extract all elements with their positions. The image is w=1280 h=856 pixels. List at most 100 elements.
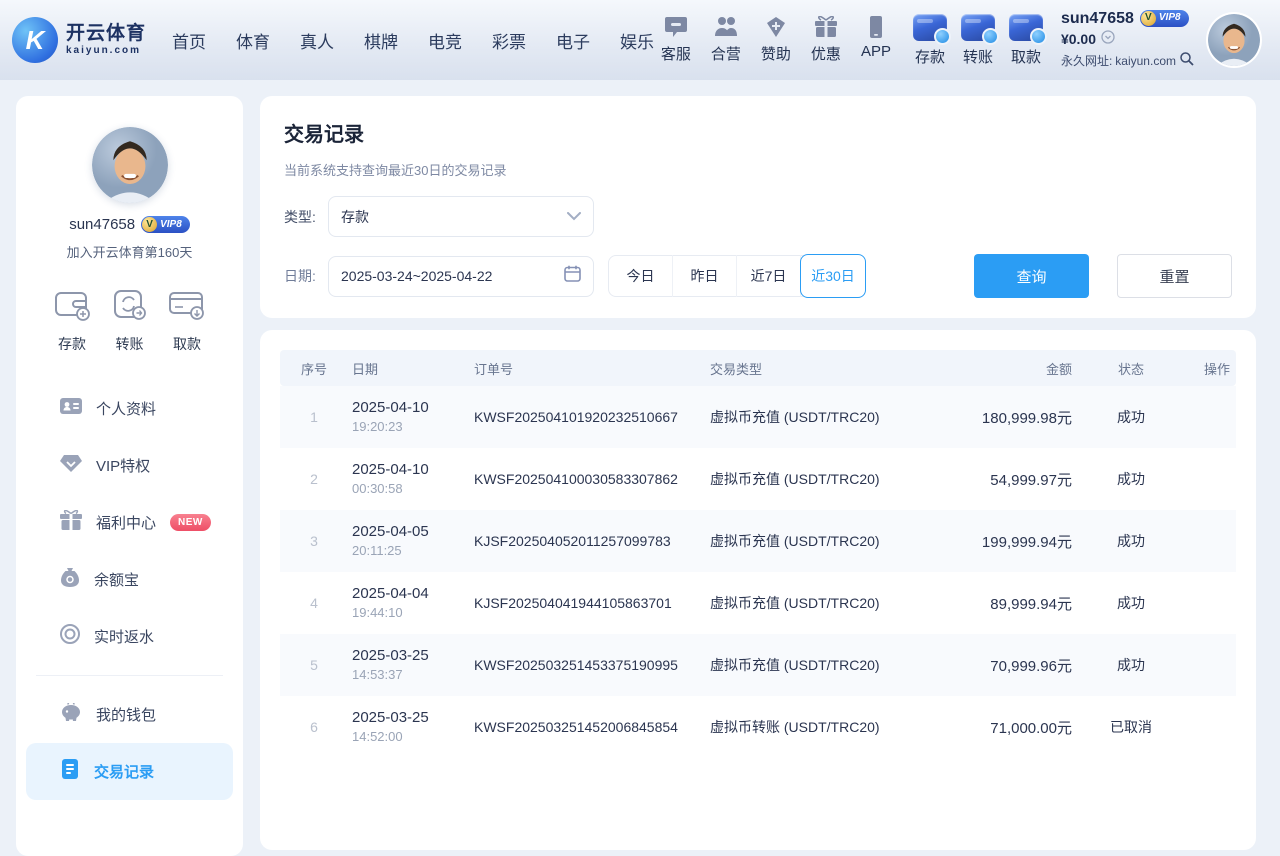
deposit-button[interactable]: 存款: [913, 14, 947, 67]
sidebar-item-transaction-records[interactable]: 交易记录: [26, 743, 233, 800]
new-badge: NEW: [170, 514, 211, 531]
row-datetime: 2025-04-10 00:30:58: [348, 460, 470, 498]
row-order-number: KWSF202503251452006845854: [470, 719, 706, 735]
sidebar-item-label: 余额宝: [94, 569, 139, 590]
type-select-value: 存款: [341, 207, 567, 227]
transactions-table-panel: 序号 日期 订单号 交易类型 金额 状态 操作 1 2025-04-1019:2…: [260, 330, 1256, 850]
promotions-button[interactable]: 优惠: [811, 16, 841, 64]
row-datetime: 2025-04-0520:11:25: [348, 522, 470, 560]
partners-button[interactable]: 合营: [711, 16, 741, 64]
range-30days-button[interactable]: 近30日: [800, 254, 866, 298]
nav-item-home[interactable]: 首页: [172, 28, 206, 53]
reset-button[interactable]: 重置: [1117, 254, 1232, 298]
balance-amount: ¥0.00: [1061, 31, 1096, 49]
row-seq: 6: [280, 719, 348, 735]
search-icon[interactable]: [1179, 51, 1194, 72]
user-avatar[interactable]: [1208, 14, 1260, 66]
row-order-number: KWSF202504100030583307862: [470, 471, 706, 487]
sidebar-deposit-button[interactable]: 存款: [52, 287, 92, 354]
logo-monogram-icon: K: [12, 17, 58, 63]
nav-item-lottery[interactable]: 彩票: [492, 28, 526, 53]
withdraw-button[interactable]: 取款: [1009, 14, 1043, 67]
table-row: 2 2025-04-10 00:30:58 KWSF202504100030583…: [280, 448, 1236, 510]
quick-range-group: 今日 昨日 近7日 近30日: [608, 255, 866, 297]
sidebar-transfer-button[interactable]: 转账: [110, 287, 150, 354]
main-nav-menu: 首页 体育 真人 棋牌 电竞 彩票 电子 娱乐: [172, 28, 654, 53]
phone-icon: [864, 16, 888, 38]
type-select[interactable]: 存款: [328, 196, 594, 237]
sidebar-withdraw-button[interactable]: 取款: [167, 287, 207, 354]
row-date: 2025-03-25: [352, 647, 429, 664]
row-transaction-type: 虚拟币转账 (USDT/TRC20): [706, 717, 936, 737]
customer-service-button[interactable]: 客服: [661, 16, 691, 64]
row-seq: 4: [280, 595, 348, 611]
date-range-value: 2025-03-24~2025-04-22: [341, 268, 564, 284]
row-time: 20:11:25: [352, 543, 402, 558]
shortcut-label: 取款: [1011, 46, 1041, 67]
wallet-icon: [52, 287, 92, 328]
row-time: 00:30:58: [352, 481, 403, 496]
table-row: 5 2025-03-2514:53:37 KWSF202503251453375…: [280, 634, 1236, 696]
vip-shield-icon: V: [142, 217, 157, 232]
chat-icon: [664, 16, 688, 38]
sidebar-item-label: 我的钱包: [96, 704, 156, 725]
row-date: 2025-04-10: [352, 461, 429, 478]
range-today-button[interactable]: 今日: [609, 255, 673, 297]
row-seq: 2: [280, 471, 348, 487]
transfer-button[interactable]: 转账: [961, 14, 995, 67]
query-button[interactable]: 查询: [974, 254, 1089, 298]
sponsor-button[interactable]: 赞助: [761, 16, 791, 64]
row-status: 成功: [1076, 655, 1186, 675]
row-order-number: KJSF202504052011257099783: [470, 533, 706, 549]
sidebar-item-rebate[interactable]: 实时返水: [16, 608, 243, 665]
shortcut-label: 赞助: [761, 43, 791, 64]
table-row: 4 2025-04-0419:44:10 KJSF202504041944105…: [280, 572, 1236, 634]
row-seq: 3: [280, 533, 348, 549]
nav-item-chess[interactable]: 棋牌: [364, 28, 398, 53]
sidebar-item-vip[interactable]: VIP特权: [16, 437, 243, 494]
app-download-button[interactable]: APP: [861, 16, 891, 64]
shortcut-label: 优惠: [811, 43, 841, 64]
calendar-icon: [564, 265, 581, 287]
nav-item-sports[interactable]: 体育: [236, 28, 270, 53]
row-status: 成功: [1076, 593, 1186, 613]
row-time: 14:52:00: [352, 729, 403, 744]
partners-icon: [714, 16, 738, 38]
balance-expand-icon[interactable]: [1101, 30, 1115, 50]
nav-item-esports[interactable]: 电竞: [428, 28, 462, 53]
column-header-action: 操作: [1186, 359, 1236, 378]
join-days-text: 加入开云体育第160天: [16, 242, 243, 261]
logo-brand-text: 开云体育: [66, 24, 146, 45]
money-bag-icon: [60, 567, 80, 592]
username-text: sun47658: [1061, 9, 1134, 29]
shortcut-label: APP: [861, 43, 891, 60]
column-header-seq: 序号: [280, 359, 348, 378]
column-header-amount: 金额: [936, 359, 1076, 378]
row-transaction-type: 虚拟币充值 (USDT/TRC20): [706, 531, 936, 551]
user-info-block: sun47658 V VIP8 ¥0.00 永久网址: kaiyun.com: [1061, 9, 1194, 72]
row-amount: 180,999.98元: [936, 407, 1076, 428]
row-status: 成功: [1076, 407, 1186, 427]
vip-badge: V VIP8: [1140, 10, 1189, 27]
row-amount: 71,000.00元: [936, 717, 1076, 738]
row-seq: 5: [280, 657, 348, 673]
range-yesterday-button[interactable]: 昨日: [673, 255, 737, 297]
logo-domain-text: kaiyun.com: [66, 45, 146, 56]
row-time: 14:53:37: [352, 667, 403, 682]
transfer-icon: [961, 14, 995, 41]
date-range-input[interactable]: 2025-03-24~2025-04-22: [328, 256, 594, 297]
sidebar-item-yuebao[interactable]: 余额宝: [16, 551, 243, 608]
profile-avatar[interactable]: [92, 127, 168, 203]
row-date: 2025-04-10: [352, 399, 429, 416]
sidebar-item-welfare[interactable]: 福利中心 NEW: [16, 494, 243, 551]
row-time: 19:20:23: [352, 419, 403, 434]
sidebar-item-my-wallet[interactable]: 我的钱包: [16, 686, 243, 743]
range-7days-button[interactable]: 近7日: [737, 255, 801, 297]
sidebar-item-profile[interactable]: 个人资料: [16, 380, 243, 437]
nav-item-slots[interactable]: 电子: [556, 28, 590, 53]
row-transaction-type: 虚拟币充值 (USDT/TRC20): [706, 655, 936, 675]
page-subtitle: 当前系统支持查询最近30日的交易记录: [284, 160, 1232, 179]
nav-item-entertainment[interactable]: 娱乐: [620, 28, 654, 53]
site-logo[interactable]: K 开云体育 kaiyun.com: [12, 17, 146, 63]
nav-item-live[interactable]: 真人: [300, 28, 334, 53]
